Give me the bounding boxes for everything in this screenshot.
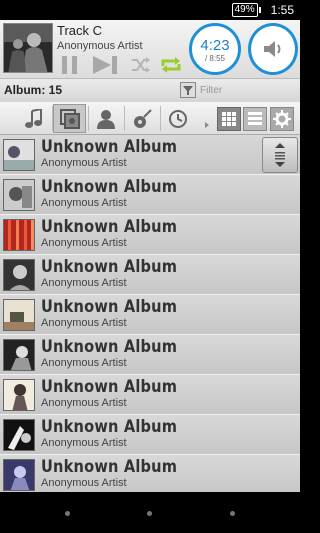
tab-artists[interactable] <box>89 104 122 133</box>
repeat-button[interactable] <box>160 56 182 79</box>
settings-button[interactable] <box>270 107 294 131</box>
volume-button[interactable] <box>248 23 298 75</box>
album-row[interactable]: Unknown Album Anonymous Artist <box>0 295 300 335</box>
filter-icon <box>180 82 196 98</box>
track-title: Track C <box>57 23 103 38</box>
speaker-icon <box>264 41 281 57</box>
album-thumbnail <box>3 219 35 251</box>
filter-label: Filter <box>200 84 223 96</box>
album-row[interactable]: Unknown Album Anonymous Artist <box>0 255 300 295</box>
scroll-handle-icon <box>275 143 285 167</box>
shuffle-button[interactable] <box>131 56 151 79</box>
artist-icon <box>96 109 115 129</box>
status-bar: 49% 1:55 <box>0 0 300 20</box>
clock-icon <box>168 109 187 128</box>
album-count: Album: 15 <box>4 83 63 97</box>
clock: 1:55 <box>270 3 294 17</box>
album-thumbnail <box>3 139 35 171</box>
album-name: Unknown Album <box>41 337 178 357</box>
list-view-button[interactable] <box>243 107 267 131</box>
album-thumbnail <box>3 419 35 451</box>
guitar-icon <box>133 108 152 128</box>
album-name: Unknown Album <box>41 257 178 277</box>
album-artist: Anonymous Artist <box>41 197 127 209</box>
album-row[interactable]: Unknown Album Anonymous Artist <box>0 175 300 215</box>
fast-scroll-handle[interactable] <box>262 137 298 173</box>
album-artist: Anonymous Artist <box>41 277 127 289</box>
battery-level: 49% <box>231 3 258 17</box>
shuffle-icon <box>132 57 150 73</box>
nav-home-button[interactable] <box>147 511 152 516</box>
album-artist: Anonymous Artist <box>41 157 127 169</box>
album-artist: Anonymous Artist <box>41 397 127 409</box>
playback-time-dial[interactable]: 4:23 / 8:55 <box>189 23 241 75</box>
repeat-icon <box>161 57 181 73</box>
next-button[interactable] <box>93 56 119 79</box>
nav-back-button[interactable] <box>65 511 70 516</box>
pause-icon <box>62 56 77 74</box>
library-tabs <box>0 102 300 135</box>
tab-recent[interactable] <box>161 104 194 133</box>
navigation-bar <box>0 492 300 533</box>
album-row[interactable]: Unknown Album Anonymous Artist <box>0 375 300 415</box>
album-name: Unknown Album <box>41 177 178 197</box>
album-thumbnail <box>3 379 35 411</box>
track-artist: Anonymous Artist <box>57 40 143 52</box>
music-note-icon <box>24 108 42 128</box>
album-thumbnail <box>3 299 35 331</box>
album-row[interactable]: Unknown Album Anonymous Artist <box>0 135 300 175</box>
tab-genres[interactable] <box>125 104 158 133</box>
album-artist: Anonymous Artist <box>41 317 127 329</box>
album-name: Unknown Album <box>41 417 178 437</box>
album-artist: Anonymous Artist <box>41 237 127 249</box>
gear-icon <box>273 110 291 128</box>
album-art-image <box>4 24 52 72</box>
filter-button[interactable]: Filter <box>180 82 222 98</box>
tab-albums[interactable] <box>53 104 86 133</box>
tab-tracks[interactable] <box>17 104 50 133</box>
album-thumbnail <box>3 179 35 211</box>
album-name: Unknown Album <box>41 217 178 237</box>
list-icon <box>248 112 262 125</box>
grid-icon <box>222 112 236 126</box>
album-name: Unknown Album <box>41 297 178 317</box>
album-header: Album: 15 Filter <box>0 78 300 102</box>
nav-recents-button[interactable] <box>230 511 235 516</box>
album-icon <box>59 108 80 129</box>
album-row[interactable]: Unknown Album Anonymous Artist <box>0 335 300 375</box>
elapsed-time: 4:23 <box>200 37 230 54</box>
now-playing-panel: Track C Anonymous Artist 4:23 / 8:55 <box>0 20 300 78</box>
album-artist: Anonymous Artist <box>41 437 127 449</box>
pause-button[interactable] <box>60 56 80 79</box>
album-name: Unknown Album <box>41 137 178 157</box>
album-list[interactable]: Unknown Album Anonymous Artist Unknown A… <box>0 135 300 492</box>
album-name: Unknown Album <box>41 457 178 477</box>
album-row[interactable]: Unknown Album Anonymous Artist <box>0 415 300 455</box>
grid-view-button[interactable] <box>217 107 241 131</box>
album-thumbnail <box>3 259 35 291</box>
album-artist: Anonymous Artist <box>41 357 127 369</box>
album-art[interactable] <box>3 23 53 73</box>
battery-tip <box>258 7 261 13</box>
total-duration: / 8:55 <box>204 54 225 63</box>
more-arrow-icon <box>205 115 209 133</box>
battery-indicator: 49% <box>231 3 261 17</box>
album-thumbnail <box>3 339 35 371</box>
album-row[interactable]: Unknown Album Anonymous Artist <box>0 215 300 255</box>
skip-next-icon <box>93 56 117 74</box>
album-name: Unknown Album <box>41 377 178 397</box>
